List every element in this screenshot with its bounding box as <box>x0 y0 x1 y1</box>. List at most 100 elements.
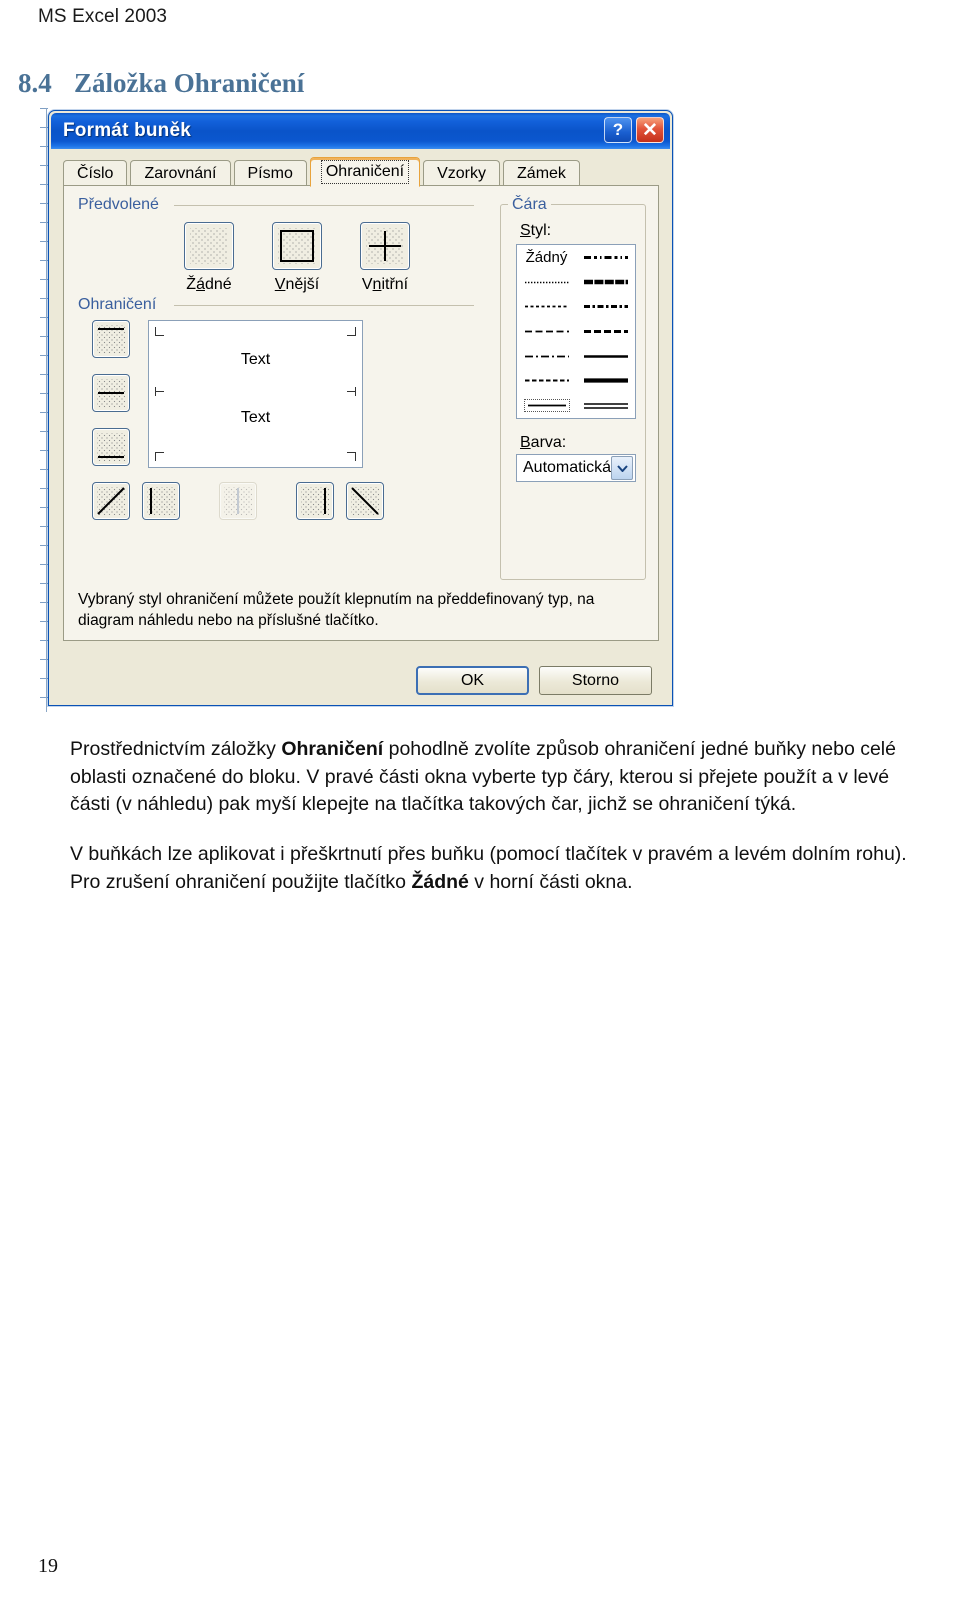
tab-page-ohraniceni: Předvolené Žádné Vnější Vnitřní Ohraniče… <box>63 185 659 641</box>
color-value: Automatická <box>523 459 612 476</box>
line-style-dash-dot[interactable] <box>517 344 576 369</box>
section-number: 8.4 <box>18 68 52 98</box>
border-left-button[interactable] <box>142 482 180 520</box>
page-number: 19 <box>38 1555 58 1577</box>
line-style-slanted-dash[interactable] <box>576 270 635 295</box>
group-label-cara: Čára <box>508 196 551 214</box>
line-style-dash-dot-dot[interactable] <box>576 245 635 270</box>
line-style-none-label: Žádný <box>525 248 568 266</box>
preview-mark-bottom-right <box>347 452 356 461</box>
group-label-predvolene: Předvolené <box>78 196 164 214</box>
preview-mark-middle-right <box>347 387 356 396</box>
group-rule-ohraniceni <box>174 305 474 306</box>
preview-mark-middle-left <box>155 387 164 396</box>
border-right-button[interactable] <box>296 482 334 520</box>
outline-rect <box>280 230 314 262</box>
cancel-button[interactable]: Storno <box>539 666 652 695</box>
border-horizontal-middle-icon <box>98 392 124 394</box>
preview-mark-bottom-left <box>155 452 164 461</box>
dialog-screenshot: Formát buněk ? ✕ Číslo Zarovnání Písmo O… <box>40 108 680 712</box>
color-dropdown[interactable]: Automatická <box>516 454 636 482</box>
group-label-ohraniceni: Ohraničení <box>78 296 162 314</box>
dialog-footer: OK Storno <box>49 666 672 695</box>
body-copy: Prostřednictvím záložky Ohraničení pohod… <box>70 736 926 896</box>
tab-label: Číslo <box>77 165 114 182</box>
preview-text-bottom: Text <box>240 409 271 426</box>
line-style-medium-dash-dot[interactable] <box>576 294 635 319</box>
preview-mark-top-left <box>155 327 164 336</box>
format-cells-dialog: Formát buněk ? ✕ Číslo Zarovnání Písmo O… <box>48 110 673 706</box>
page-title: 8.4 Záložka Ohraničení <box>18 68 304 99</box>
border-preview[interactable]: Text Text <box>148 320 363 468</box>
line-style-selected-thin[interactable] <box>517 393 576 418</box>
dialog-titlebar[interactable]: Formát buněk ? ✕ <box>51 113 670 149</box>
preset-inside-label: Vnitřní <box>361 276 409 293</box>
tab-label: Vzorky <box>437 165 487 182</box>
line-style-double[interactable] <box>576 393 635 418</box>
border-top-icon <box>98 328 124 330</box>
hint-text: Vybraný styl ohraničení můžete použít kl… <box>78 591 595 629</box>
tab-strip: Číslo Zarovnání Písmo Ohraničení Vzorky … <box>63 157 659 187</box>
tab-label: Zámek <box>517 165 566 182</box>
line-style-medium-dashed[interactable] <box>576 319 635 344</box>
tab-label: Zarovnání <box>144 165 217 182</box>
titlebar-buttons: ? ✕ <box>604 117 664 143</box>
chevron-down-icon[interactable] <box>611 456 633 480</box>
preset-none-button[interactable] <box>184 222 234 270</box>
preview-text-top: Text <box>240 351 271 368</box>
section-title: Záložka Ohraničení <box>74 68 305 98</box>
tab-vzorky[interactable]: Vzorky <box>423 160 501 187</box>
tab-zarovnani[interactable]: Zarovnání <box>130 160 231 187</box>
paragraph-2: V buňkách lze aplikovat i přeškrtnutí př… <box>70 841 926 896</box>
border-bottom-button[interactable] <box>92 428 130 466</box>
preset-outline-label: Vnější <box>274 276 320 293</box>
ruler-line <box>46 108 47 712</box>
border-diagonal-up-button[interactable] <box>92 482 130 520</box>
preset-outline-button[interactable] <box>272 222 322 270</box>
running-header: MS Excel 2003 <box>38 6 168 27</box>
line-style-none[interactable]: Žádný <box>517 245 576 270</box>
close-button[interactable]: ✕ <box>636 117 664 143</box>
line-style-dashed-wide[interactable] <box>517 319 576 344</box>
border-diagonal-up-icon <box>97 487 125 515</box>
border-vertical-middle-icon <box>237 488 239 514</box>
border-diagonal-down-icon <box>351 487 379 515</box>
tab-label: Písmo <box>247 165 293 182</box>
border-vertical-middle-button[interactable] <box>219 482 257 520</box>
color-label: Barva: <box>520 434 567 451</box>
line-style-dotted[interactable] <box>517 294 576 319</box>
line-style-thick-solid[interactable] <box>576 369 635 394</box>
group-rule-predvolene <box>174 205 474 206</box>
preset-none-label: Žádné <box>186 276 232 293</box>
help-button[interactable]: ? <box>604 117 632 143</box>
line-style-list[interactable]: Žádný <box>516 244 636 419</box>
tab-zamek[interactable]: Zámek <box>503 160 580 187</box>
p2-bold: Žádné <box>411 870 469 893</box>
style-label: Styl: <box>520 222 552 239</box>
question-mark-icon: ? <box>612 120 624 139</box>
border-left-icon <box>150 488 152 514</box>
tab-cislo[interactable]: Číslo <box>63 160 128 187</box>
border-diagonal-down-button[interactable] <box>346 482 384 520</box>
p2-part2: v horní části okna. <box>468 870 633 893</box>
line-style-fine-dotted[interactable] <box>517 270 576 295</box>
preset-inside-button[interactable] <box>360 222 410 270</box>
border-horizontal-middle-button[interactable] <box>92 374 130 412</box>
tab-pismo[interactable]: Písmo <box>233 160 307 187</box>
line-style-thin-solid[interactable] <box>576 344 635 369</box>
paragraph-1: Prostřednictvím záložky Ohraničení pohod… <box>70 736 926 819</box>
close-icon: ✕ <box>642 119 658 141</box>
border-bottom-icon <box>98 456 124 458</box>
border-top-button[interactable] <box>92 320 130 358</box>
ok-button[interactable]: OK <box>416 666 529 695</box>
tab-ohraniceni[interactable]: Ohraničení <box>309 157 421 187</box>
tab-label: Ohraničení <box>320 160 410 184</box>
p1-part1: Prostřednictvím záložky <box>70 738 282 760</box>
inside-hline <box>369 245 401 247</box>
preview-mark-top-right <box>347 327 356 336</box>
p1-bold: Ohraničení <box>281 738 384 760</box>
line-style-dashed[interactable] <box>517 369 576 394</box>
border-none-icon <box>190 228 228 264</box>
dialog-title: Formát buněk <box>63 120 192 141</box>
border-right-icon <box>324 488 326 514</box>
